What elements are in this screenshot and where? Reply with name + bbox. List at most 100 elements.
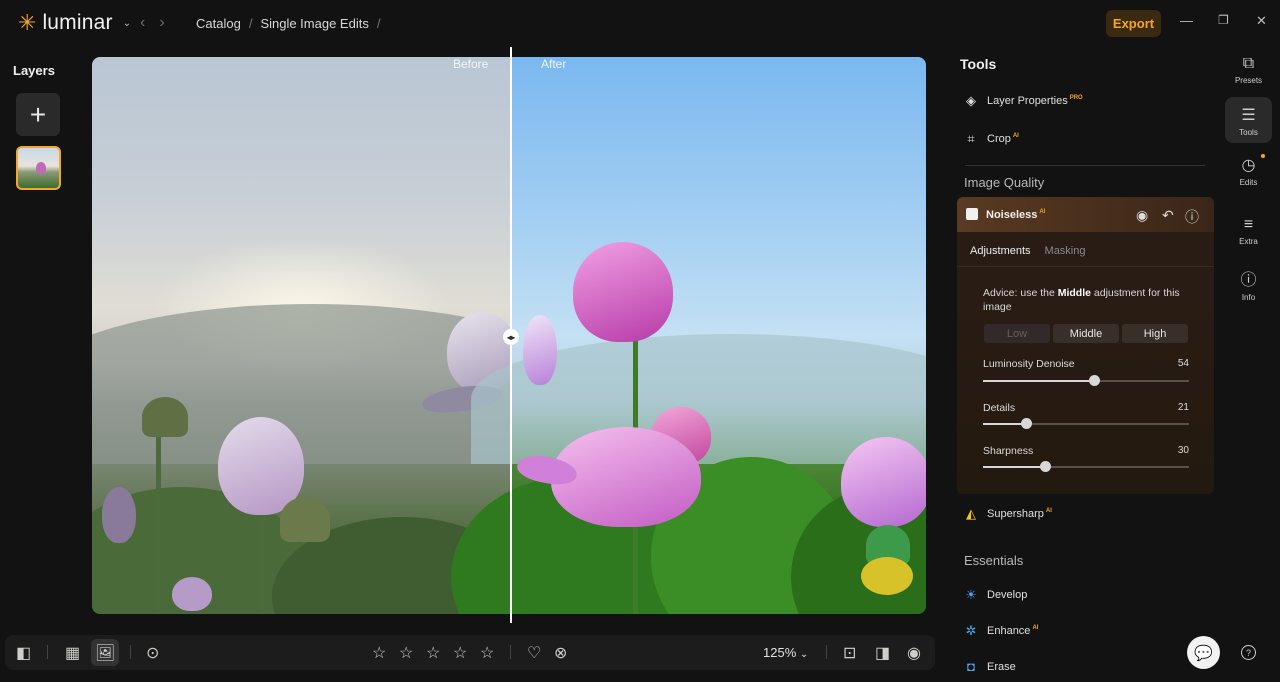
rail-presets[interactable]: ⧉ Presets	[1225, 55, 1272, 91]
erase-icon: ◘	[967, 659, 975, 674]
lotus-flower	[573, 242, 673, 342]
chat-assistant-button[interactable]: 💬	[1187, 636, 1220, 669]
breadcrumb-separator: /	[248, 16, 253, 31]
stamens	[861, 557, 913, 595]
info-icon[interactable]: ⓘ	[1185, 207, 1199, 227]
more-options-icon[interactable]: ⊙	[146, 643, 159, 663]
export-button[interactable]: Export	[1106, 10, 1161, 37]
breadcrumb: Catalog / Single Image Edits /	[196, 16, 380, 31]
tab-divider	[957, 266, 1214, 267]
seed-pod	[280, 497, 330, 542]
visibility-eye-icon[interactable]: ◉	[1136, 207, 1148, 224]
tool-supersharp[interactable]: ◭ Supersharp AI	[964, 506, 1052, 522]
reset-undo-icon[interactable]: ↶	[1162, 207, 1174, 224]
compare-icon[interactable]: ◨	[875, 643, 890, 663]
toolbar-divider	[130, 645, 131, 659]
tool-label: Supersharp AI	[987, 508, 1052, 520]
breadcrumb-catalog[interactable]: Catalog	[196, 16, 241, 31]
close-icon[interactable]: ✕	[1256, 13, 1267, 29]
layers-icon: ◈	[966, 93, 976, 108]
grid-view-icon[interactable]: ▦	[65, 643, 80, 663]
advice-text: Advice: use the Middle adjustment for th…	[983, 287, 1180, 313]
star-3-icon[interactable]: ☆	[426, 643, 440, 663]
tab-adjustments[interactable]: Adjustments	[970, 245, 1031, 257]
breadcrumb-separator: /	[376, 16, 381, 31]
noiseless-icon	[966, 208, 978, 220]
tool-label: Enhance AI	[987, 625, 1039, 637]
star-1-icon[interactable]: ☆	[372, 643, 386, 663]
reject-icon[interactable]: ⊗	[554, 643, 567, 663]
preview-eye-icon[interactable]: ◉	[907, 643, 921, 663]
fit-screen-icon[interactable]: ⊡	[843, 643, 856, 663]
after-label: After	[541, 57, 567, 71]
tool-erase[interactable]: ◘ Erase	[964, 659, 1016, 674]
details-slider[interactable]	[983, 418, 1189, 429]
level-low-button[interactable]: Low	[984, 324, 1050, 343]
section-divider	[965, 165, 1205, 166]
luminosity-denoise-slider[interactable]	[983, 375, 1189, 386]
slider-fill	[983, 380, 1095, 382]
layer-thumbnail[interactable]	[16, 146, 61, 190]
tool-label: Erase	[987, 660, 1016, 673]
sun-logo-icon: ✳	[18, 10, 37, 35]
slider-knob[interactable]	[1021, 418, 1033, 429]
slider-value: 21	[1177, 402, 1189, 413]
star-5-icon[interactable]: ☆	[480, 643, 494, 663]
lotus-bud	[102, 487, 136, 543]
slider-knob[interactable]	[1039, 461, 1051, 472]
slider-knob[interactable]	[1089, 375, 1101, 386]
tool-develop[interactable]: ☀ Develop	[964, 587, 1027, 603]
zoom-level[interactable]: 125% ⌄	[763, 645, 808, 660]
develop-sun-icon: ☀	[965, 587, 977, 602]
tool-layer-properties[interactable]: ◈ Layer Properties PRO	[964, 93, 1083, 109]
level-high-button[interactable]: High	[1122, 324, 1188, 343]
back-arrow-icon[interactable]: ‹	[140, 14, 145, 32]
tool-crop[interactable]: ⌗ Crop AI	[964, 131, 1019, 147]
rail-label: Info	[1241, 293, 1256, 302]
sharpness-slider[interactable]	[983, 461, 1189, 472]
slider-fill	[983, 423, 1027, 425]
star-2-icon[interactable]: ☆	[399, 643, 413, 663]
slider-label: Sharpness	[983, 445, 1034, 457]
history-icon: ◷	[1241, 157, 1256, 174]
list-icon: ≡	[1243, 216, 1254, 233]
slider-value: 54	[1177, 358, 1189, 369]
sliders-icon: ☰	[1241, 107, 1256, 124]
tab-masking[interactable]: Masking	[1045, 245, 1086, 257]
top-bar: ✳ luminar ⌄ ‹ › Catalog / Single Image E…	[0, 0, 1280, 46]
app-menu[interactable]: ✳ luminar ⌄	[18, 11, 131, 35]
rail-extra[interactable]: ≡ Extra	[1225, 216, 1272, 252]
compare-handle-icon[interactable]: ◂▸	[503, 329, 519, 345]
seed-pod	[142, 397, 188, 437]
tool-label: Layer Properties PRO	[987, 95, 1083, 107]
tools-title: Tools	[960, 56, 997, 72]
help-icon[interactable]: ?	[1241, 645, 1256, 660]
info-icon: ⓘ	[1240, 272, 1257, 289]
rail-label: Presets	[1234, 76, 1263, 85]
level-middle-button[interactable]: Middle	[1053, 324, 1119, 343]
tool-enhance[interactable]: ✲ Enhance AI	[964, 623, 1039, 639]
add-layer-button[interactable]: +	[16, 93, 60, 136]
slider-label: Luminosity Denoise	[983, 358, 1075, 370]
noiseless-panel: Noiseless AI ◉ ↶ ⓘ Adjustments Masking Ad…	[957, 197, 1214, 494]
star-4-icon[interactable]: ☆	[453, 643, 467, 663]
noiseless-title: Noiseless AI	[986, 209, 1046, 221]
stem	[156, 437, 161, 614]
restore-icon[interactable]: ❐	[1218, 13, 1229, 27]
favorite-heart-icon[interactable]: ♡	[527, 643, 541, 663]
forward-arrow-icon[interactable]: ›	[159, 14, 164, 32]
single-image-view-icon[interactable]: 🖼	[95, 643, 115, 663]
edits-indicator-dot	[1261, 154, 1265, 158]
zoom-value: 125%	[763, 645, 797, 660]
breadcrumb-single-image-edits[interactable]: Single Image Edits	[260, 16, 368, 31]
rail-info[interactable]: ⓘ Info	[1225, 266, 1272, 302]
rail-edits[interactable]: ◷ Edits	[1225, 155, 1272, 191]
noiseless-header[interactable]: Noiseless AI ◉ ↶ ⓘ	[957, 197, 1214, 232]
enhance-icon: ✲	[965, 623, 977, 638]
thumbnail-flower	[36, 162, 46, 174]
toggle-layers-panel-icon[interactable]: ◧	[16, 643, 31, 663]
rail-tools[interactable]: ☰ Tools	[1225, 97, 1272, 143]
rail-label: Edits	[1239, 178, 1258, 187]
minimize-icon[interactable]: —	[1180, 13, 1193, 28]
slider-value: 30	[1177, 445, 1189, 456]
